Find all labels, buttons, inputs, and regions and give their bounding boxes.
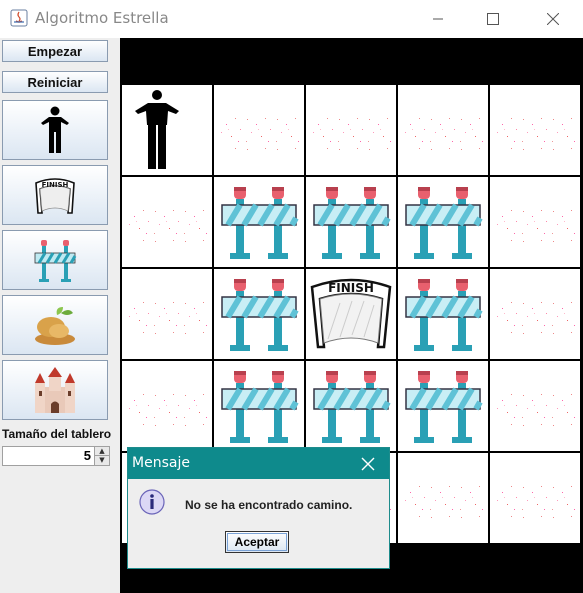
minimize-icon bbox=[433, 18, 443, 20]
board-cell-barrier[interactable] bbox=[306, 177, 396, 267]
dialog-close-icon[interactable] bbox=[359, 455, 377, 473]
tool-barrier-button[interactable] bbox=[2, 230, 108, 290]
empty-tile-icon bbox=[496, 115, 576, 151]
board-cell-empty[interactable] bbox=[490, 85, 580, 175]
dialog-message: No se ha encontrado camino. bbox=[185, 498, 353, 512]
java-app-icon bbox=[10, 9, 28, 27]
board-cell-finish[interactable] bbox=[306, 269, 396, 359]
board-cell-empty[interactable] bbox=[398, 85, 488, 175]
board-cell-empty[interactable] bbox=[490, 177, 580, 267]
empty-tile-icon bbox=[128, 207, 208, 243]
window-title: Algoritmo Estrella bbox=[35, 9, 169, 27]
board-cell-barrier[interactable] bbox=[306, 361, 396, 451]
board-cell-empty[interactable] bbox=[398, 453, 488, 543]
accept-button[interactable]: Aceptar bbox=[225, 531, 289, 553]
empty-tile-icon bbox=[496, 391, 576, 427]
empty-tile-icon bbox=[312, 115, 392, 151]
board-cell-barrier[interactable] bbox=[214, 269, 304, 359]
board-size-label: Tamaño del tablero bbox=[2, 427, 112, 441]
board-cell-empty[interactable] bbox=[214, 85, 304, 175]
board-cell-barrier[interactable] bbox=[214, 177, 304, 267]
board-cell-empty[interactable] bbox=[122, 361, 212, 451]
board-cell-empty[interactable] bbox=[306, 85, 396, 175]
board-cell-empty[interactable] bbox=[490, 269, 580, 359]
empty-tile-icon bbox=[496, 483, 576, 519]
minimize-button[interactable] bbox=[415, 0, 461, 38]
message-dialog: Mensaje No se ha encontrado camino. Acep… bbox=[127, 447, 390, 569]
tool-person-button[interactable] bbox=[2, 100, 108, 160]
board-cell-empty[interactable] bbox=[490, 361, 580, 451]
empty-tile-icon bbox=[220, 115, 300, 151]
empty-tile-icon bbox=[128, 299, 208, 335]
dialog-title-bar: Mensaje bbox=[128, 448, 389, 479]
board-cell-empty[interactable] bbox=[122, 269, 212, 359]
barrier-icon bbox=[398, 361, 488, 451]
reset-button[interactable]: Reiniciar bbox=[2, 71, 108, 93]
barrier-icon bbox=[398, 177, 488, 267]
maximize-button[interactable] bbox=[470, 0, 516, 38]
barrier-icon bbox=[214, 361, 304, 451]
empty-tile-icon bbox=[404, 483, 484, 519]
person-icon bbox=[41, 106, 69, 153]
barrier-icon bbox=[214, 269, 304, 359]
start-button[interactable]: Empezar bbox=[2, 40, 108, 62]
barrier-icon bbox=[306, 177, 396, 267]
close-window-button[interactable] bbox=[530, 0, 576, 38]
tool-panel: Empezar Reiniciar FINISH Tamaño del tabl… bbox=[0, 38, 120, 593]
tool-castle-button[interactable] bbox=[2, 360, 108, 420]
barrier-icon bbox=[34, 240, 77, 282]
board-cell-empty[interactable] bbox=[490, 453, 580, 543]
empty-tile-icon bbox=[496, 299, 576, 335]
maximize-icon bbox=[487, 13, 499, 25]
tool-finish-button[interactable]: FINISH bbox=[2, 165, 108, 225]
barrier-icon bbox=[398, 269, 488, 359]
empty-tile-icon bbox=[404, 115, 484, 151]
board-cell-barrier[interactable] bbox=[214, 361, 304, 451]
food-icon bbox=[35, 307, 75, 345]
person-icon bbox=[135, 90, 179, 169]
barrier-icon bbox=[214, 177, 304, 267]
castle-icon bbox=[35, 367, 75, 413]
board-size-value[interactable]: 5 bbox=[84, 448, 91, 463]
tool-food-button[interactable] bbox=[2, 295, 108, 355]
empty-tile-icon bbox=[496, 207, 576, 243]
finish-flag-icon: FINISH bbox=[35, 178, 75, 214]
board-cell-barrier[interactable] bbox=[398, 177, 488, 267]
board-cell-empty[interactable] bbox=[122, 177, 212, 267]
board-cell-barrier[interactable] bbox=[398, 269, 488, 359]
board-cell-person[interactable] bbox=[122, 85, 212, 175]
spinner-down-arrow-icon[interactable]: ▼ bbox=[94, 456, 109, 465]
board-cell-barrier[interactable] bbox=[398, 361, 488, 451]
dialog-title: Mensaje bbox=[132, 455, 190, 471]
close-icon bbox=[547, 13, 559, 25]
barrier-icon bbox=[306, 361, 396, 451]
info-icon bbox=[139, 489, 165, 515]
empty-tile-icon bbox=[128, 391, 208, 427]
board-size-spinner[interactable]: 5 ▲ ▼ bbox=[2, 446, 110, 466]
title-bar: Algoritmo Estrella bbox=[0, 0, 583, 38]
svg-text:FINISH: FINISH bbox=[42, 181, 69, 189]
finish-icon bbox=[310, 278, 392, 349]
spinner-up-arrow-icon[interactable]: ▲ bbox=[94, 447, 109, 456]
